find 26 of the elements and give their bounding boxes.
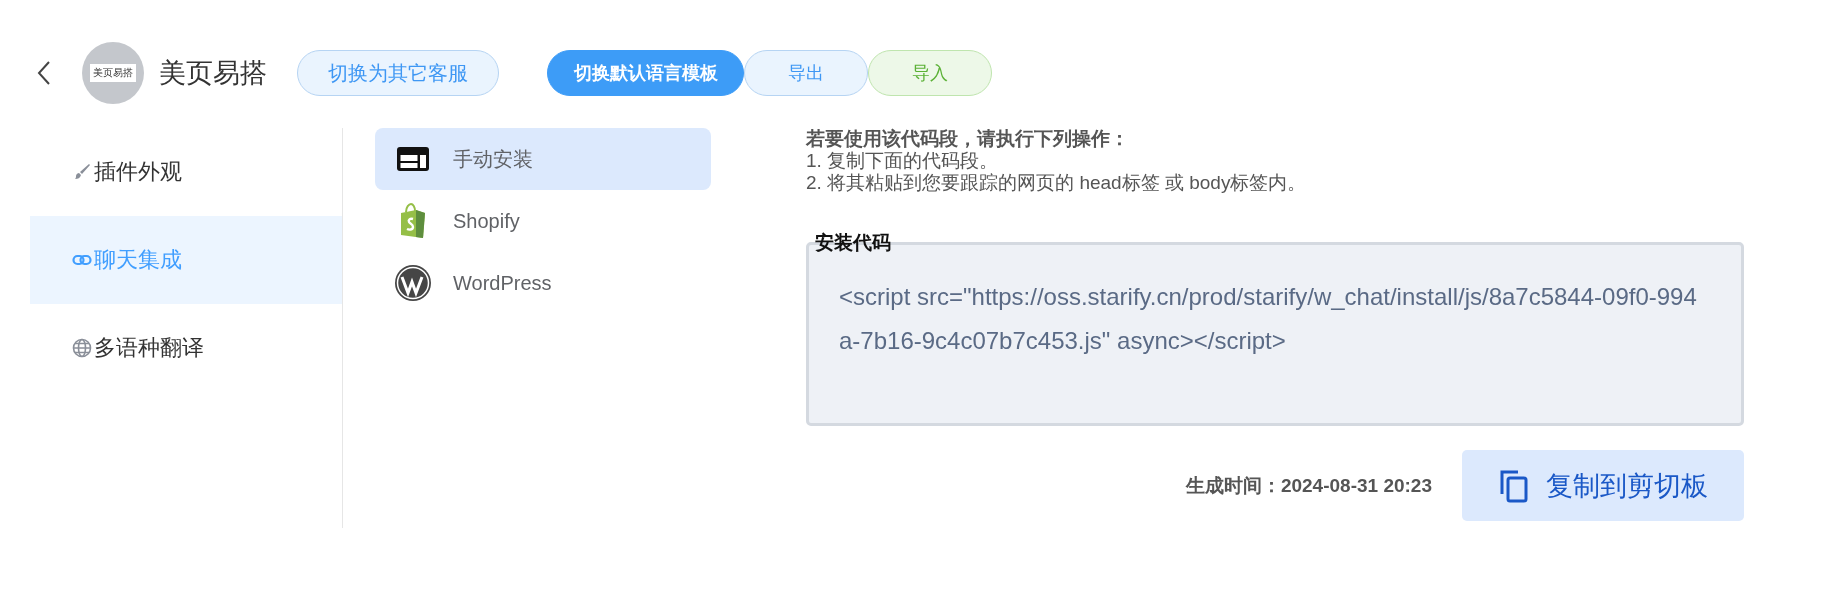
install-code: <script src="https://oss.starify.cn/prod/starify/w_chat/install/js/8a7c5844-09f0-994a-7b16-9c4c07b7c453.js" async></script> [838, 282, 1698, 356]
platform-label: 手动安装 [453, 146, 533, 172]
brush-icon [72, 162, 92, 182]
platform-item[interactable]: WordPress [375, 252, 711, 314]
page-title: 美页易搭 [159, 57, 267, 90]
instruction-step: 1. 复制下面的代码段。 [806, 150, 1744, 172]
instruction-step: 2. 将其粘贴到您要跟踪的网页的 head标签 或 body标签内。 [806, 172, 1744, 194]
platform-label: Shopify [453, 209, 520, 233]
action-button[interactable]: 导出 [744, 50, 868, 96]
sidebar-item[interactable]: 多语种翻译 [30, 304, 342, 392]
sidebar-label: 聊天集成 [94, 246, 182, 274]
wordpress-icon [393, 263, 433, 303]
instructions-heading: 若要使用该代码段，请执行下列操作： [806, 128, 1130, 150]
logo-text: 美页易搭 [90, 64, 136, 82]
sidebar-item[interactable]: 插件外观 [30, 128, 342, 216]
switch-agent-button[interactable]: 切换为其它客服 [297, 50, 499, 96]
action-button[interactable]: 切换默认语言模板 [547, 50, 744, 96]
platform-item[interactable]: 手动安装 [375, 128, 711, 190]
platform-item[interactable]: Shopify [375, 190, 711, 252]
code-legend: 安装代码 [815, 230, 891, 256]
sidebar-label: 插件外观 [94, 158, 182, 186]
copy-button[interactable]: 复制到剪切板 [1462, 450, 1744, 521]
generated-time: 生成时间：2024-08-31 20:23 [1185, 473, 1432, 498]
globe-icon [72, 338, 92, 358]
sidebar-label: 多语种翻译 [94, 334, 204, 362]
platform-label: WordPress [453, 271, 552, 295]
